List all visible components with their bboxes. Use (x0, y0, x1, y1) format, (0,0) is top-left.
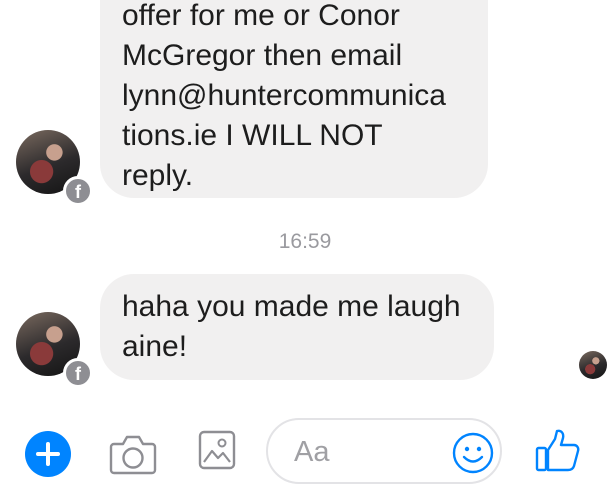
message-line: tions.ie I WILL NOT (122, 119, 383, 152)
message-bubble-received[interactable]: offer for me or Conor McGregor then emai… (100, 0, 488, 198)
emoji-icon (452, 432, 494, 474)
message-timestamp: 16:59 (278, 230, 332, 253)
message-line: McGregor then email (122, 39, 403, 72)
message-line: aine! (122, 330, 188, 363)
photo-icon (198, 430, 236, 470)
message-bubble-received[interactable]: haha you made me laugh aine! (100, 274, 494, 380)
facebook-icon: f (63, 358, 93, 388)
camera-icon (109, 435, 157, 475)
add-button[interactable] (24, 430, 72, 478)
read-receipt-avatar (579, 351, 607, 379)
emoji-button[interactable] (452, 432, 494, 474)
message-composer (0, 408, 610, 499)
message-line: haha you made me laugh (122, 290, 461, 323)
plus-icon (25, 431, 71, 477)
like-button[interactable] (533, 426, 583, 476)
photo-button[interactable] (198, 430, 236, 470)
message-input[interactable] (294, 432, 444, 472)
message-line: offer for me or Conor (122, 0, 400, 32)
camera-button[interactable] (108, 432, 158, 476)
facebook-icon: f (63, 176, 93, 206)
conversation-thread: offer for me or Conor McGregor then emai… (0, 0, 610, 408)
message-line: reply. (122, 159, 194, 192)
thumbs-up-icon (535, 429, 580, 472)
message-input-field[interactable] (266, 418, 502, 484)
message-line: lynn@huntercommunica (122, 79, 446, 112)
